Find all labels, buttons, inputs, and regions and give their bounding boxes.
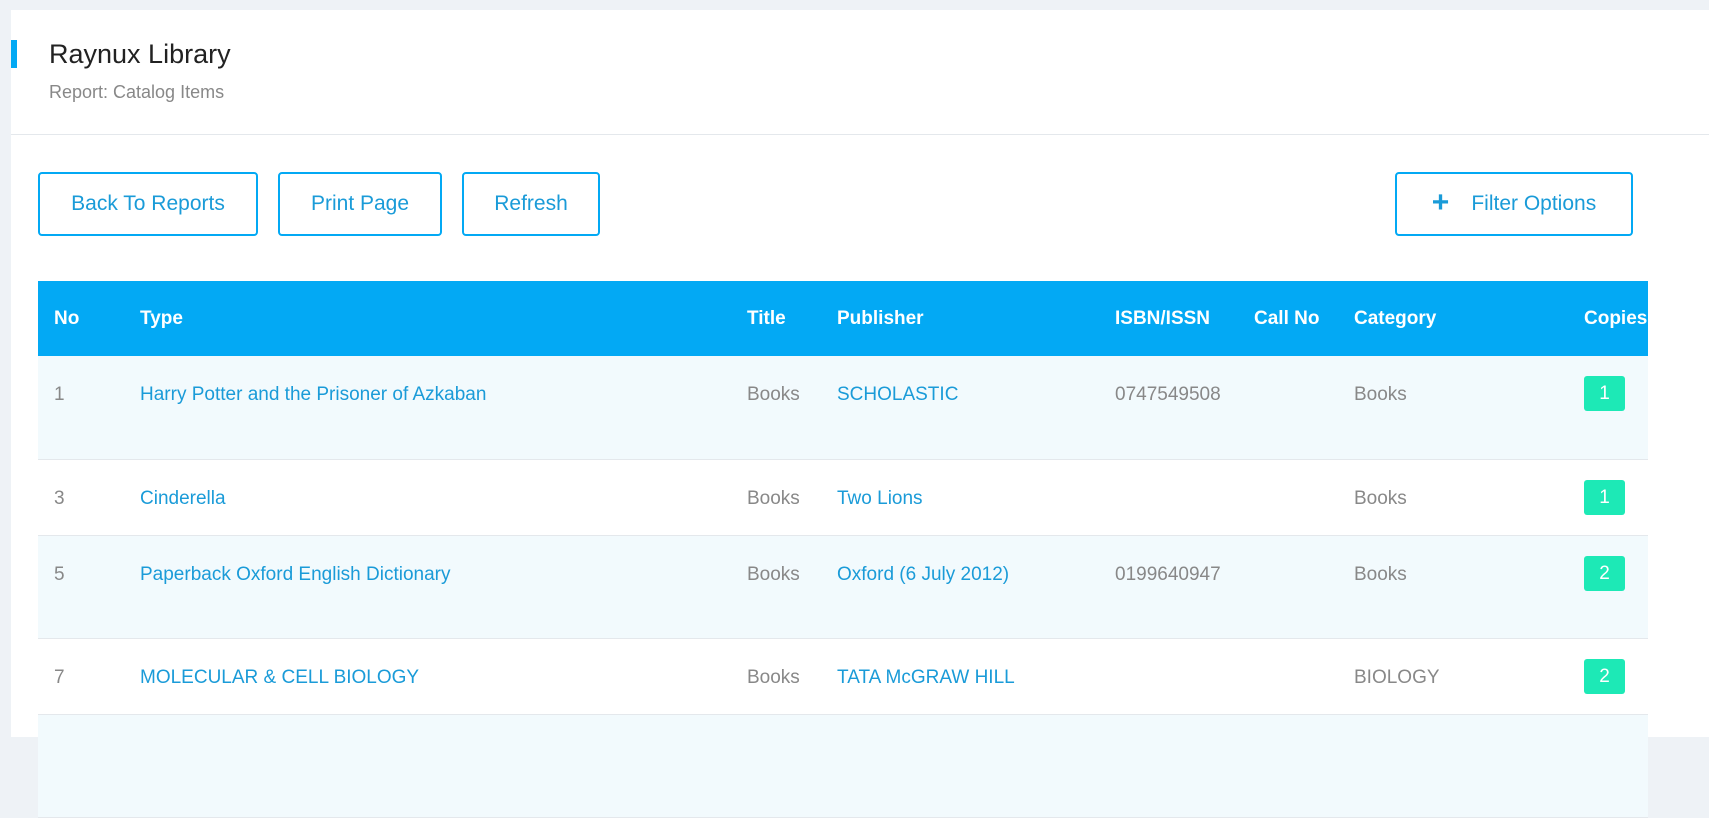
cell-copies: 1 — [1568, 459, 1648, 536]
column-header-type[interactable]: Type — [124, 281, 731, 356]
publisher-link[interactable]: SCHOLASTIC — [837, 384, 958, 405]
cell-category: BIOLOGY — [1338, 638, 1568, 715]
page-header: Raynux Library Report: Catalog Items — [11, 10, 1709, 135]
cell-isbn: 0747549508 — [1099, 356, 1238, 460]
cell-type: Cinderella — [124, 459, 731, 536]
copies-badge: 1 — [1584, 376, 1625, 411]
publisher-link[interactable]: TATA McGRAW HILL — [837, 667, 1015, 688]
column-header-publisher[interactable]: Publisher — [821, 281, 1099, 356]
cell-isbn: 0199640947 — [1099, 535, 1238, 639]
publisher-link[interactable]: Oxford (6 July 2012) — [837, 564, 1009, 585]
cell-type: Harry Potter and the Prisoner of Azkaban — [124, 356, 731, 460]
filter-options-button[interactable]: + Filter Options — [1395, 172, 1633, 236]
refresh-button[interactable]: Refresh — [462, 172, 600, 236]
column-header-call-no[interactable]: Call No — [1238, 281, 1338, 356]
item-link[interactable]: Cinderella — [140, 488, 226, 509]
cell-type: MOLECULAR & CELL BIOLOGY — [124, 638, 731, 715]
plus-icon: + — [1431, 186, 1450, 219]
column-header-copies[interactable]: Copies — [1568, 281, 1648, 356]
cell-no: 1 — [38, 356, 124, 460]
print-page-button[interactable]: Print Page — [278, 172, 442, 236]
cell-call-no — [1238, 356, 1338, 460]
catalog-table: No Type Title Publisher ISBN/ISSN Call N… — [38, 281, 1648, 818]
table-row-partial — [38, 714, 1648, 818]
filter-options-label: Filter Options — [1471, 192, 1597, 215]
cell-isbn — [1099, 459, 1238, 536]
cell-title: Books — [731, 638, 821, 715]
item-link[interactable]: Paperback Oxford English Dictionary — [140, 564, 450, 585]
copies-badge: 2 — [1584, 555, 1625, 591]
cell-category: Books — [1338, 356, 1568, 460]
cell-no: 5 — [38, 535, 124, 639]
table-row: 5 Paperback Oxford English Dictionary Bo… — [38, 535, 1648, 639]
cell-call-no — [1238, 459, 1338, 536]
table-row: 1 Harry Potter and the Prisoner of Azkab… — [38, 356, 1648, 460]
copies-badge: 1 — [1584, 479, 1625, 515]
column-header-isbn[interactable]: ISBN/ISSN — [1099, 281, 1238, 356]
cell-no: 3 — [38, 459, 124, 536]
copies-badge: 2 — [1584, 658, 1625, 694]
cell-type: Paperback Oxford English Dictionary — [124, 535, 731, 639]
cell-no: 7 — [38, 638, 124, 715]
toolbar: Back To Reports Print Page Refresh + Fil… — [38, 172, 1709, 236]
header-accent-bar — [11, 40, 17, 68]
cell-copies: 1 — [1568, 356, 1648, 460]
back-to-reports-button[interactable]: Back To Reports — [38, 172, 258, 236]
page-title: Raynux Library — [49, 39, 231, 69]
cell-copies: 2 — [1568, 535, 1648, 639]
item-link[interactable]: Harry Potter and the Prisoner of Azkaban — [140, 384, 486, 405]
cell-copies: 2 — [1568, 638, 1648, 715]
cell-publisher: TATA McGRAW HILL — [821, 638, 1099, 715]
cell-category: Books — [1338, 535, 1568, 639]
publisher-link[interactable]: Two Lions — [837, 488, 923, 509]
column-header-title[interactable]: Title — [731, 281, 821, 356]
cell-title: Books — [731, 459, 821, 536]
cell-publisher: Two Lions — [821, 459, 1099, 536]
table-row: 3 Cinderella Books Two Lions Books 1 — [38, 459, 1648, 536]
cell-call-no — [1238, 535, 1338, 639]
column-header-no[interactable]: No — [38, 281, 124, 356]
cell-title: Books — [731, 535, 821, 639]
item-link[interactable]: MOLECULAR & CELL BIOLOGY — [140, 667, 419, 688]
catalog-table-wrapper: No Type Title Publisher ISBN/ISSN Call N… — [38, 281, 1648, 818]
page-subtitle: Report: Catalog Items — [49, 82, 225, 102]
cell-publisher: SCHOLASTIC — [821, 356, 1099, 460]
cell-category: Books — [1338, 459, 1568, 536]
table-header-row: No Type Title Publisher ISBN/ISSN Call N… — [38, 281, 1648, 356]
table-row: 7 MOLECULAR & CELL BIOLOGY Books TATA Mc… — [38, 638, 1648, 715]
column-header-category[interactable]: Category — [1338, 281, 1568, 356]
cell-isbn — [1099, 638, 1238, 715]
cell-title: Books — [731, 356, 821, 460]
cell-publisher: Oxford (6 July 2012) — [821, 535, 1099, 639]
cell-call-no — [1238, 638, 1338, 715]
